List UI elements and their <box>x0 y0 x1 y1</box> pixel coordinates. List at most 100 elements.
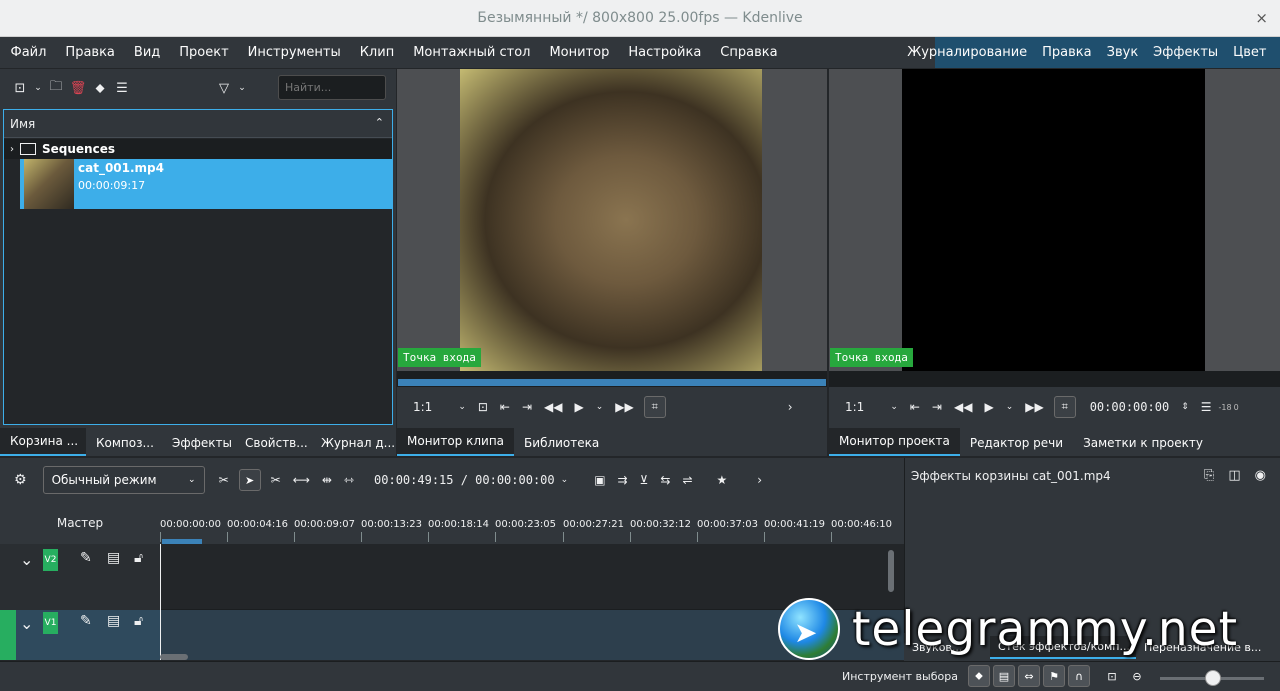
track-v2[interactable]: ⌄ V2 ✎ ▤ 🔓︎ <box>0 544 904 610</box>
play-icon[interactable]: ▶ <box>569 400 590 414</box>
project-monitor-ruler[interactable] <box>829 371 1280 387</box>
sort-chevron-icon[interactable]: ⌃ <box>375 116 384 129</box>
lock-icon[interactable]: 🔓︎ <box>134 550 143 566</box>
layout-effects[interactable]: Эффекты <box>1146 45 1226 60</box>
layout-audio[interactable]: Звук <box>1099 45 1146 60</box>
extract-icon[interactable]: ⇆ <box>654 473 676 487</box>
ripple-tool-icon[interactable]: ⇹ <box>316 473 338 487</box>
tab-compositions[interactable]: Композ... <box>86 430 162 456</box>
razor-multi-icon[interactable]: ✂ <box>213 473 235 487</box>
layout-logging[interactable]: Журналирование <box>900 45 1035 60</box>
tab-properties[interactable]: Свойств... <box>235 430 311 456</box>
tab-undo-history[interactable]: Журнал д... <box>311 430 396 456</box>
select-tool-icon[interactable]: ➤ <box>238 469 261 491</box>
clip-zoom-select[interactable]: 1:1 <box>407 400 438 414</box>
menu-view[interactable]: Вид <box>124 45 169 60</box>
tag-icon[interactable]: ⬥ <box>89 77 111 99</box>
zoom-out-icon[interactable]: ⊖ <box>1126 665 1148 687</box>
tab-clip-monitor[interactable]: Монитор клипа <box>397 428 515 456</box>
overwrite-icon[interactable]: ⊻ <box>634 473 655 487</box>
project-play-chevron-icon[interactable]: ⌄ <box>1000 402 1020 412</box>
fit-frame-icon[interactable]: ⊡ <box>472 400 494 414</box>
menu-file[interactable]: Файл <box>1 45 56 60</box>
menu-settings[interactable]: Настройка <box>619 45 711 60</box>
playhead[interactable] <box>160 544 161 660</box>
tab-project-monitor[interactable]: Монитор проекта <box>829 428 960 456</box>
menu-help[interactable]: Справка <box>711 45 787 60</box>
collapse-chevron-icon[interactable]: ⌄ <box>20 614 33 633</box>
project-set-out-icon[interactable]: ⇥ <box>926 400 948 414</box>
set-out-icon[interactable]: ⇥ <box>516 400 538 414</box>
project-menu-icon[interactable]: ☰ <box>1195 400 1218 414</box>
filter-chevron-icon[interactable]: ⌄ <box>235 77 249 99</box>
crop-icon[interactable]: ⌗ <box>643 396 666 418</box>
timeline-timecode[interactable]: 00:00:49:15 / 00:00:00:00 <box>374 473 555 487</box>
track-v2-tag[interactable]: V2 <box>43 549 58 571</box>
menu-timeline[interactable]: Монтажный стол <box>404 45 540 60</box>
sequences-folder[interactable]: › Sequences <box>4 139 392 159</box>
tab-bin[interactable]: Корзина ... <box>0 428 86 456</box>
slip-tool-icon[interactable]: ⇿ <box>338 473 360 487</box>
hamburger-menu-icon[interactable]: ☰ <box>111 77 133 99</box>
forward-icon[interactable]: ▶▶ <box>609 400 639 414</box>
close-icon[interactable]: × <box>1255 9 1268 27</box>
rewind-icon[interactable]: ◀◀ <box>538 400 568 414</box>
cut-tool-icon[interactable]: ✂ <box>265 473 287 487</box>
project-zoom-select[interactable]: 1:1 <box>839 400 870 414</box>
tab-library[interactable]: Библиотека <box>514 430 609 456</box>
magnet-icon[interactable]: ∩ <box>1068 665 1090 687</box>
compare-split-icon[interactable]: ◫ <box>1228 468 1240 483</box>
tab-speech-editor[interactable]: Редактор речи <box>960 430 1073 456</box>
set-in-icon[interactable]: ⇤ <box>494 400 516 414</box>
insert-icon[interactable]: ⇉ <box>612 473 634 487</box>
zoom-slider-thumb[interactable] <box>1205 670 1221 686</box>
project-crop-icon[interactable]: ⌗ <box>1053 396 1076 418</box>
composite-icon[interactable]: ▣ <box>588 473 611 487</box>
project-timecode[interactable]: 00:00:00:00 <box>1084 400 1175 414</box>
lock-icon[interactable]: 🔓︎ <box>134 613 143 629</box>
timecode-chevron-icon[interactable]: ⌄ <box>555 475 575 485</box>
track-v1-active-indicator[interactable] <box>0 610 16 660</box>
add-clip-icon[interactable]: ⊡ <box>9 77 31 99</box>
bin-search-input[interactable] <box>278 75 386 100</box>
clip-item[interactable]: cat_001.mp4 00:00:09:17 <box>20 159 392 209</box>
tab-effects[interactable]: Эффекты <box>162 430 235 456</box>
favorite-star-icon[interactable]: ★ <box>711 473 734 487</box>
ripple-toggle-icon[interactable]: ⇔ <box>1018 665 1040 687</box>
menu-tools[interactable]: Инструменты <box>238 45 350 60</box>
menu-monitor[interactable]: Монитор <box>540 45 619 60</box>
trash-icon[interactable]: 🗑 <box>67 77 89 99</box>
menu-project[interactable]: Проект <box>170 45 238 60</box>
filter-icon[interactable]: ▽ <box>213 77 235 99</box>
zoom-chevron-icon[interactable]: ⌄ <box>452 402 472 412</box>
project-zoom-chevron-icon[interactable]: ⌄ <box>884 402 904 412</box>
effect-wand-icon[interactable]: ✎ <box>80 613 92 629</box>
chevron-down-icon[interactable]: ⌄ <box>31 77 45 99</box>
project-play-icon[interactable]: ▶ <box>978 400 999 414</box>
menu-edit[interactable]: Правка <box>56 45 124 60</box>
track-v1[interactable]: ⌄ V1 ✎ ▤ 🔓︎ <box>0 610 904 660</box>
fit-zoom-icon[interactable]: ⊡ <box>1101 665 1123 687</box>
timecode-stepper-icon[interactable]: ⇕ <box>1175 402 1195 412</box>
timeline-ruler[interactable]: 00:00:00:00 00:00:04:16 00:00:09:07 00:0… <box>160 502 904 544</box>
film-icon[interactable]: ▤ <box>107 613 120 629</box>
toolbar-more-icon[interactable]: › <box>751 473 768 487</box>
project-set-in-icon[interactable]: ⇤ <box>904 400 926 414</box>
layout-editing[interactable]: Правка <box>1035 45 1099 60</box>
clip-monitor-ruler[interactable] <box>397 371 827 387</box>
new-folder-icon[interactable]: 🗀 <box>45 77 67 99</box>
menu-clip[interactable]: Клип <box>350 45 404 60</box>
film-toggle-icon[interactable]: ▤ <box>993 665 1015 687</box>
tab-project-notes[interactable]: Заметки к проекту <box>1073 430 1213 456</box>
bin-column-header[interactable]: Имя ⌃ <box>4 110 392 138</box>
play-chevron-icon[interactable]: ⌄ <box>590 402 610 412</box>
flag-icon[interactable]: ⚑ <box>1043 665 1065 687</box>
more-chevron-icon[interactable]: › <box>782 400 799 414</box>
master-header[interactable]: Мастер <box>0 502 160 544</box>
effect-wand-icon[interactable]: ✎ <box>80 550 92 566</box>
layout-color[interactable]: Цвет <box>1226 45 1274 60</box>
timeline-vertical-scrollbar[interactable] <box>888 550 894 592</box>
track-v1-tag[interactable]: V1 <box>43 612 58 634</box>
expand-chevron-icon[interactable]: › <box>10 144 14 155</box>
tag-toggle-icon[interactable]: ⬥ <box>968 665 990 687</box>
